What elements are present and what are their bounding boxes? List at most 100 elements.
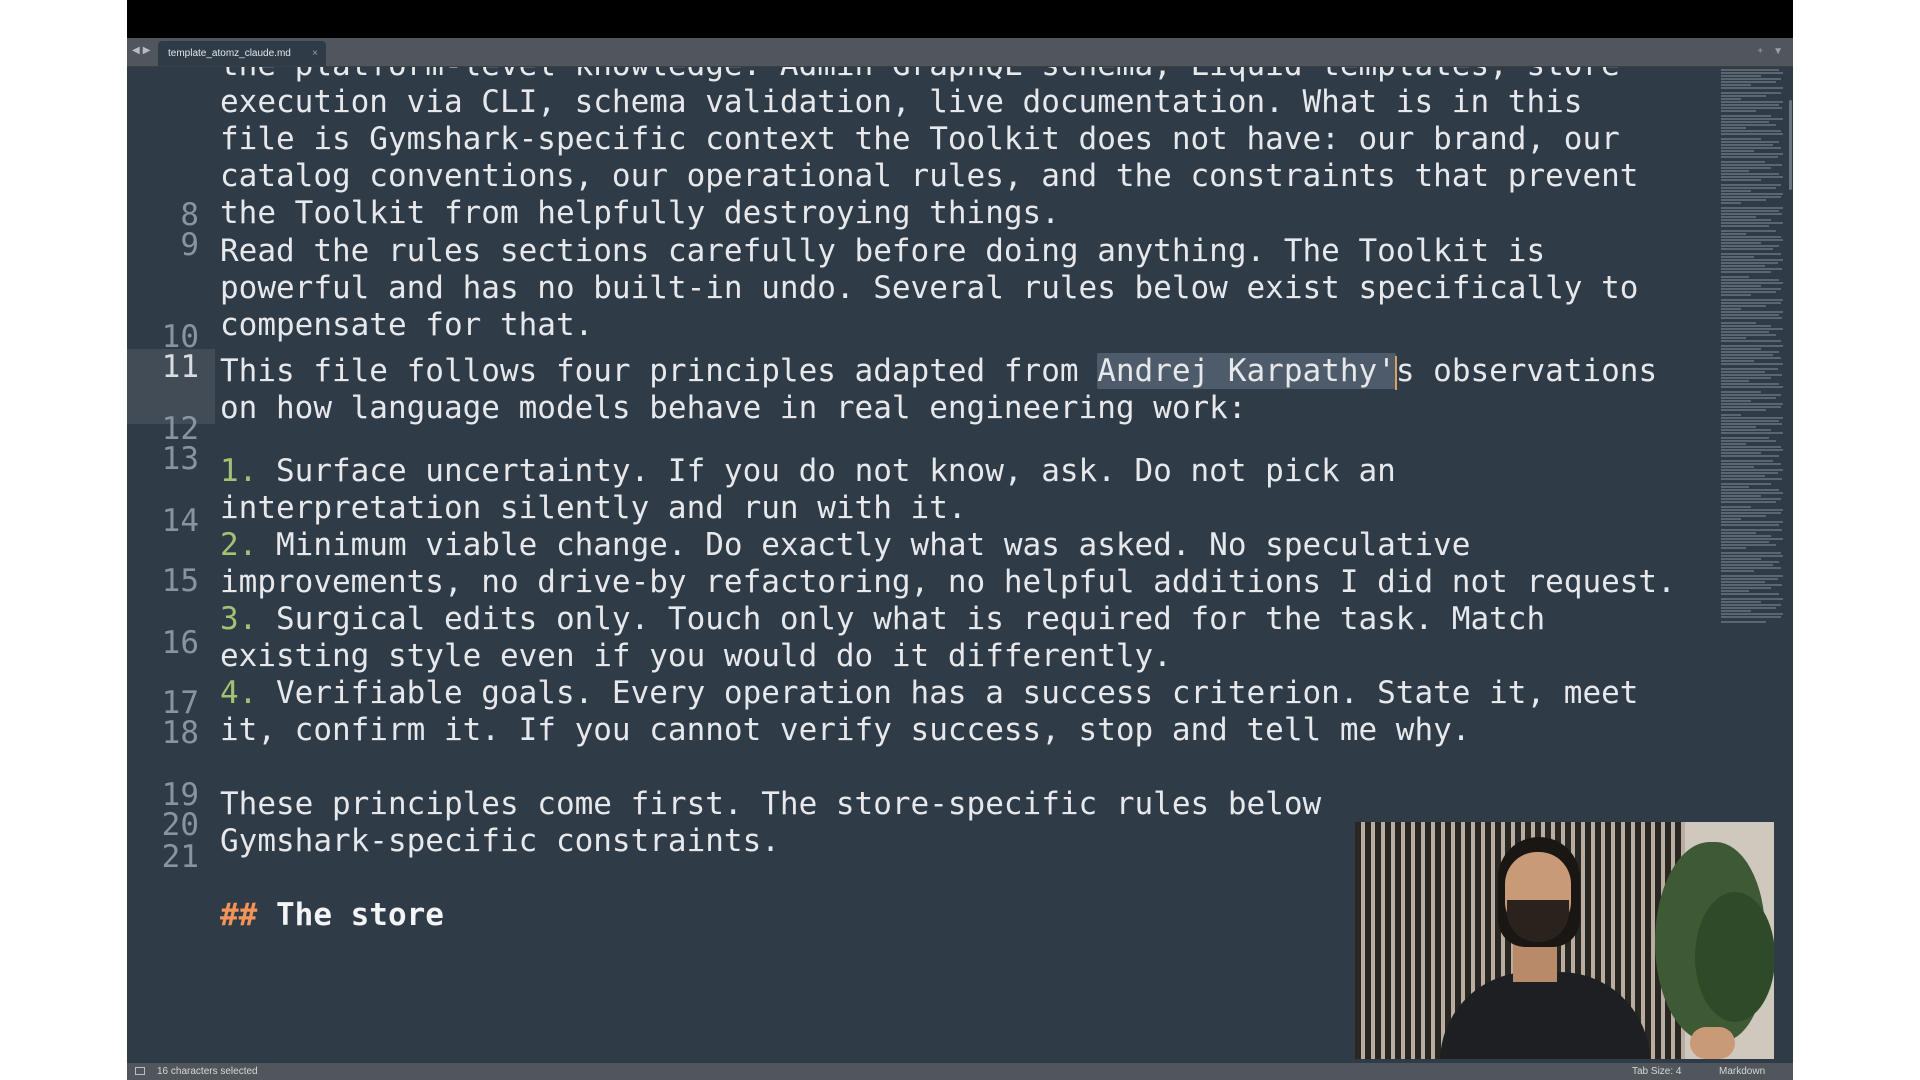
minimap-line [1721,515,1766,517]
minimap-line [1721,87,1783,89]
minimap-line [1721,279,1779,281]
minimap-line [1721,590,1749,592]
triangle-right-icon[interactable]: ▶ [143,45,151,57]
minimap-line [1721,268,1782,270]
minimap-line [1721,607,1776,609]
close-icon[interactable]: × [312,48,318,59]
minimap-line [1721,584,1782,586]
minimap-line [1721,518,1741,520]
minimap-line [1721,446,1781,448]
minimap-line [1721,107,1782,109]
line-number: 14 [161,503,199,539]
list-number: 1. [220,453,258,489]
minimap-line [1721,581,1765,583]
minimap-line [1721,512,1781,514]
window-top-bar [127,0,1793,38]
minimap-line [1721,190,1751,192]
minimap-line [1721,340,1781,342]
minimap-line [1721,98,1741,100]
minimap-line [1721,299,1783,301]
minimap-line [1721,547,1746,549]
minimap-line [1721,529,1782,531]
minimap-line [1721,521,1783,523]
minimap-line [1721,118,1783,120]
minimap-line [1721,506,1751,508]
text-line: on how language models behave in real en… [220,390,1247,426]
minimap-line [1721,380,1749,382]
minimap-line [1721,331,1769,333]
minimap-line [1721,397,1776,399]
minimap-line [1721,230,1776,232]
minimap-line [1721,371,1765,373]
minimap-line [1721,276,1749,278]
minimap-line [1721,544,1776,546]
minimap-line [1721,110,1756,112]
minimap-line [1721,538,1783,540]
tab-size-indicator[interactable]: Tab Size: 4 [1632,1063,1681,1080]
minimap-line [1721,78,1781,80]
minimap-line [1721,170,1749,172]
minimap-line [1721,423,1782,425]
minimap-line [1721,161,1765,163]
chevron-down-icon[interactable]: ▼ [1773,46,1783,57]
minimap-line [1721,167,1771,169]
minimap-line [1721,414,1741,416]
minimap-line [1721,440,1776,442]
minimap-line [1721,429,1771,431]
minimap-line [1721,115,1771,117]
minimap-line [1721,84,1751,86]
text-segment: s observations [1395,353,1658,389]
syntax-indicator[interactable]: Markdown [1719,1063,1765,1080]
triangle-left-icon[interactable]: ◀ [132,45,140,57]
list-item: 3. Surgical edits only. Touch only what … [220,601,1545,639]
minimap-line [1721,616,1781,618]
minimap-line [1721,288,1781,290]
minimap-line [1721,141,1779,143]
minimap-line [1721,400,1751,402]
minimap-line [1721,604,1781,606]
minimap-line [1721,101,1783,103]
minimap-line [1721,337,1746,339]
minimap-line [1721,555,1783,557]
line-number-gutter: 8 9 10 11 12 13 14 15 16 17 18 19 20 21 [127,67,217,1061]
minimap-line [1721,610,1751,612]
minimap-line [1721,501,1776,503]
minimap-line [1721,348,1761,350]
list-text: Surgical edits only. Touch only what is … [257,601,1546,637]
list-text: Surface uncertainty. If you do not know,… [257,453,1396,489]
text-line: execution via CLI, schema validation, li… [220,84,1583,120]
minimap-line [1721,492,1783,494]
minimap-line [1721,475,1765,477]
minimap-line [1721,613,1783,615]
line-number: 9 [180,227,199,263]
minimap-line [1721,138,1761,140]
minimap-line [1721,509,1783,511]
tab-template-file[interactable]: template_atomz_claude.md × [158,41,326,66]
minimap-line [1721,173,1779,175]
text-line: Gymshark-specific constraints. [220,823,780,859]
minimap-line [1721,265,1765,267]
minimap-line [1721,305,1766,307]
minimap-line [1721,164,1782,166]
text-line: the platform-level knowledge: Admin Grap… [220,67,1620,85]
minimap-line [1721,426,1756,428]
minimap-line [1721,489,1779,491]
minimap-line [1721,328,1783,330]
line-number: 13 [161,441,199,477]
text-line-current: This file follows four principles adapte… [220,353,1657,391]
minimap-line [1721,294,1751,296]
minimap-line [1721,452,1761,454]
minimap-line [1721,233,1746,235]
minimap-line [1721,150,1754,152]
minimap-line [1721,598,1783,600]
line-number: 16 [161,625,199,661]
minimap[interactable] [1717,67,1787,627]
minimap-line [1721,368,1778,370]
sidebar-toggle-icon[interactable] [135,1067,145,1075]
minimap-line [1721,72,1783,74]
minimap-line [1721,282,1783,284]
minimap-line [1721,245,1779,247]
plus-icon[interactable]: + [1757,46,1763,57]
scrollbar-thumb[interactable] [1789,100,1792,190]
text-line: existing style even if you would do it d… [220,638,1172,674]
